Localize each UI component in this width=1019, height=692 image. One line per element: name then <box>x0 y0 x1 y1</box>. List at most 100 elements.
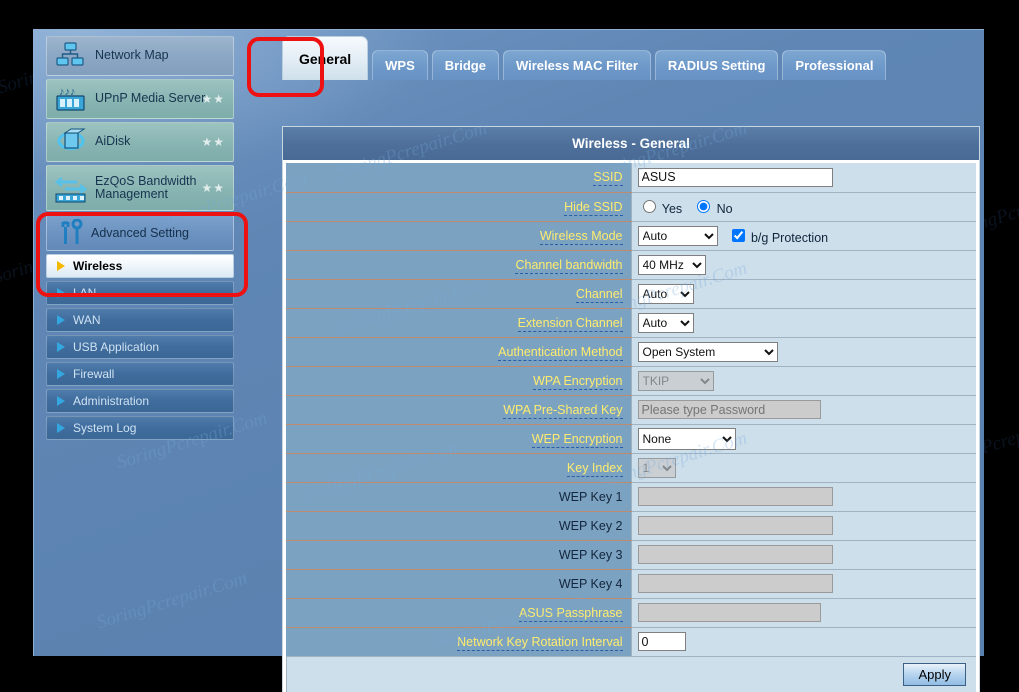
wep-key-3-input[interactable] <box>638 545 833 564</box>
sidebar-item-ezqos-bandwidth-management[interactable]: EzQoS Bandwidth Management ★★ <box>46 165 234 211</box>
hide-ssid-yes-label: Yes <box>662 202 682 216</box>
star-rating: ★★ <box>201 92 225 106</box>
channel-select[interactable]: Auto <box>638 284 694 304</box>
wpa-pre-shared-key-input[interactable] <box>638 400 821 419</box>
tab-professional[interactable]: Professional <box>782 50 886 80</box>
label-wpa-pre-shared-key: WPA Pre-Shared Key <box>286 395 631 424</box>
media-film-icon: ♪♪♪ <box>55 84 89 114</box>
form-row-extension-channel: Extension Channel Auto <box>286 308 976 337</box>
sidebar: Network Map ♪♪♪ UPnP Media Server ★★ <box>34 30 242 657</box>
form-row-wep-key-2: WEP Key 2 <box>286 511 976 540</box>
star-rating: ★★ <box>201 135 225 149</box>
tab-radius-setting[interactable]: RADIUS Setting <box>655 50 779 80</box>
label-wpa-encryption: WPA Encryption <box>286 366 631 395</box>
sidebar-item-upnp-media-server[interactable]: ♪♪♪ UPnP Media Server ★★ <box>46 79 234 119</box>
apply-button[interactable]: Apply <box>903 663 966 686</box>
hide-ssid-no-radio[interactable] <box>697 200 710 213</box>
hide-ssid-no-option[interactable]: No <box>692 197 732 216</box>
form-row-channel: Channel Auto <box>286 279 976 308</box>
sidebar-sub-label: Wireless <box>73 259 122 273</box>
sidebar-sub-label: LAN <box>73 286 96 300</box>
ezqos-icon <box>55 173 89 203</box>
key-index-select[interactable]: 1 <box>638 458 676 478</box>
wep-key-4-input[interactable] <box>638 574 833 593</box>
form-row-network-key-rotation-interval: Network Key Rotation Interval <box>286 627 976 656</box>
label-wep-key-2: WEP Key 2 <box>286 511 631 540</box>
sidebar-item-label: Network Map <box>89 49 169 63</box>
extension-channel-select[interactable]: Auto <box>638 313 694 333</box>
form-row-ssid: SSID <box>286 163 976 192</box>
wireless-mode-select[interactable]: Auto <box>638 226 718 246</box>
page-title: Wireless - General <box>283 127 979 160</box>
hide-ssid-yes-option[interactable]: Yes <box>638 197 683 216</box>
form-row-wep-encryption: WEP Encryption None <box>286 424 976 453</box>
label-authentication-method: Authentication Method <box>286 337 631 366</box>
network-map-icon <box>55 41 89 71</box>
sidebar-item-aidisk[interactable]: AiDisk ★★ <box>46 122 234 162</box>
triangle-right-icon <box>57 369 65 379</box>
triangle-right-icon <box>57 396 65 406</box>
form-row-asus-passphrase: ASUS Passphrase <box>286 598 976 627</box>
sidebar-advanced-label: Advanced Setting <box>91 226 189 240</box>
label-wep-key-1: WEP Key 1 <box>286 482 631 511</box>
apply-row: Apply <box>286 657 976 692</box>
label-channel-bandwidth: Channel bandwidth <box>286 250 631 279</box>
triangle-right-icon <box>57 315 65 325</box>
sidebar-item-usb-application[interactable]: USB Application <box>46 335 234 359</box>
label-wep-key-4: WEP Key 4 <box>286 569 631 598</box>
form-row-wep-key-4: WEP Key 4 <box>286 569 976 598</box>
sidebar-sub-label: WAN <box>73 313 101 327</box>
tab-wireless-mac-filter[interactable]: Wireless MAC Filter <box>503 50 651 80</box>
sidebar-sub-label: Firewall <box>73 367 114 381</box>
ssid-input[interactable] <box>638 168 833 187</box>
tab-general[interactable]: General <box>282 36 368 80</box>
hide-ssid-no-label: No <box>717 202 733 216</box>
tab-bridge[interactable]: Bridge <box>432 50 499 80</box>
tab-wps[interactable]: WPS <box>372 50 428 80</box>
label-key-index: Key Index <box>286 453 631 482</box>
wep-encryption-select[interactable]: None <box>638 428 736 450</box>
form-row-wep-key-3: WEP Key 3 <box>286 540 976 569</box>
triangle-right-icon <box>57 261 65 271</box>
form-row-channel-bandwidth: Channel bandwidth 40 MHz <box>286 250 976 279</box>
sidebar-sub-label: Administration <box>73 394 149 408</box>
content-card: Wireless - General SSID Hide SSID <box>282 126 980 692</box>
aidisk-icon <box>55 127 89 157</box>
sidebar-item-wireless[interactable]: Wireless <box>46 254 234 278</box>
sidebar-sub-label: USB Application <box>73 340 159 354</box>
sidebar-item-firewall[interactable]: Firewall <box>46 362 234 386</box>
bg-protection-option[interactable]: b/g Protection <box>728 226 829 245</box>
label-wireless-mode: Wireless Mode <box>286 221 631 250</box>
sidebar-item-advanced-setting[interactable]: Advanced Setting <box>46 215 234 251</box>
sidebar-item-lan[interactable]: LAN <box>46 281 234 305</box>
star-rating: ★★ <box>201 181 225 195</box>
form-row-hide-ssid: Hide SSID Yes No <box>286 192 976 221</box>
router-admin-panel: Network Map ♪♪♪ UPnP Media Server ★★ <box>33 29 984 656</box>
form-row-authentication-method: Authentication Method Open System <box>286 337 976 366</box>
bg-protection-label: b/g Protection <box>751 231 828 245</box>
label-network-key-rotation-interval: Network Key Rotation Interval <box>286 627 631 656</box>
sidebar-item-administration[interactable]: Administration <box>46 389 234 413</box>
sidebar-item-network-map[interactable]: Network Map <box>46 36 234 76</box>
wep-key-1-input[interactable] <box>638 487 833 506</box>
wep-key-2-input[interactable] <box>638 516 833 535</box>
tools-icon <box>57 219 91 247</box>
sidebar-sub-label: System Log <box>73 421 136 435</box>
authentication-method-select[interactable]: Open System <box>638 342 778 362</box>
hide-ssid-yes-radio[interactable] <box>643 200 656 213</box>
label-wep-encryption: WEP Encryption <box>286 424 631 453</box>
bg-protection-checkbox[interactable] <box>732 229 745 242</box>
wpa-encryption-select[interactable]: TKIP <box>638 371 714 391</box>
asus-passphrase-input[interactable] <box>638 603 821 622</box>
triangle-right-icon <box>57 423 65 433</box>
sidebar-item-system-log[interactable]: System Log <box>46 416 234 440</box>
settings-form: SSID Hide SSID Yes <box>283 160 979 692</box>
label-ssid: SSID <box>286 163 631 192</box>
sidebar-item-label: UPnP Media Server <box>89 92 205 106</box>
form-row-wpa-encryption: WPA Encryption TKIP <box>286 366 976 395</box>
network-key-rotation-interval-input[interactable] <box>638 632 686 651</box>
sidebar-item-label: AiDisk <box>89 135 130 149</box>
channel-bandwidth-select[interactable]: 40 MHz <box>638 255 706 275</box>
sidebar-item-wan[interactable]: WAN <box>46 308 234 332</box>
form-row-wpa-pre-shared-key: WPA Pre-Shared Key <box>286 395 976 424</box>
